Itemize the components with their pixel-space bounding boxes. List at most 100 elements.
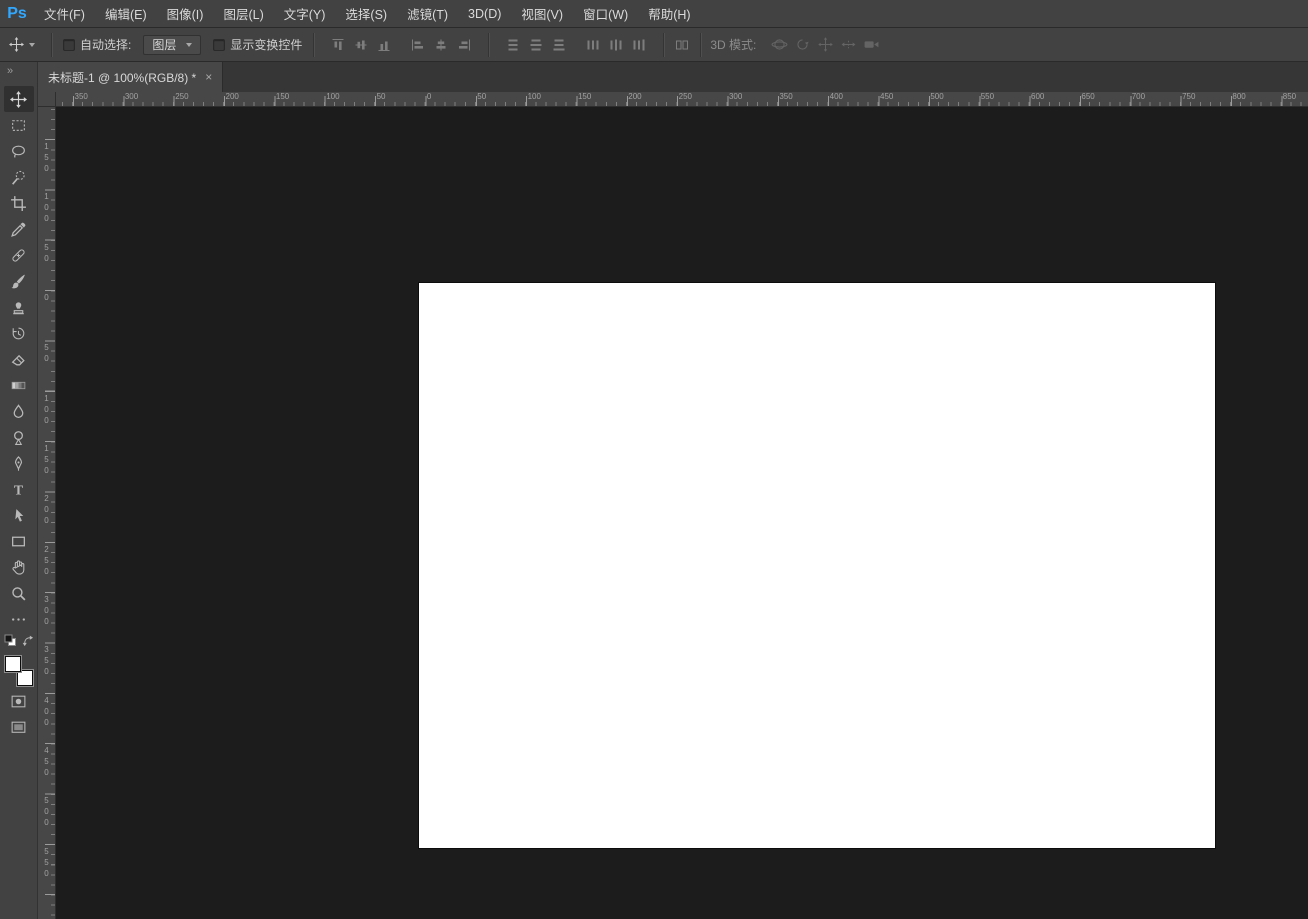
horizontal-ruler[interactable]: 3503002502001501005005010015020025030035… [56,92,1308,107]
menu-item[interactable]: 编辑(E) [95,0,157,27]
auto-select-target-dropdown[interactable]: 图层 [143,35,201,55]
tool-preset-picker[interactable] [0,37,44,52]
document-tab-title: 未标题-1 @ 100%(RGB/8) * [48,69,196,86]
path-selection-tool[interactable] [4,502,34,528]
align-left-edges-button[interactable] [407,33,429,57]
lasso-tool[interactable] [4,138,34,164]
eyedropper-tool[interactable] [4,216,34,242]
ruler-label: 200 [226,92,276,102]
auto-select-option[interactable]: 自动选择: [63,36,131,53]
ruler-label: 200 [628,92,678,102]
align-top-edges-button[interactable] [327,33,349,57]
move-tool[interactable] [4,86,34,112]
rectangle-tool[interactable] [4,528,34,554]
menu-item[interactable]: 窗口(W) [573,0,638,27]
auto-select-label: 自动选择: [80,36,131,53]
show-transform-label: 显示变换控件 [230,36,302,53]
gradient-tool[interactable] [4,372,34,398]
3d-pan-icon [817,36,834,53]
tool-list: T [4,86,34,632]
3d-pan-button[interactable] [814,33,836,57]
menu-item[interactable]: 3D(D) [458,0,511,27]
brush-tool[interactable] [4,268,34,294]
ruler-label: 300 [125,92,175,102]
ruler-label: 100 [40,192,55,242]
3d-slide-button[interactable] [837,33,859,57]
panel-collapse-button[interactable]: » [0,62,37,78]
screen-mode-button[interactable] [4,714,34,740]
foreground-color-swatch[interactable] [5,656,21,672]
menu-items: 文件(F)编辑(E)图像(I)图层(L)文字(Y)选择(S)滤镜(T)3D(D)… [34,0,701,27]
distribute-top-icon [505,37,521,53]
ruler-label: 450 [880,92,930,102]
menu-item[interactable]: 视图(V) [511,0,573,27]
align-bottom-edges-button[interactable] [373,33,395,57]
clone-stamp-tool[interactable] [4,294,34,320]
align-vertical-centers-button[interactable] [350,33,372,57]
rectangular-marquee-tool[interactable] [4,112,34,138]
distribute-left-edges-button[interactable] [582,33,604,57]
menu-item[interactable]: 文字(Y) [274,0,336,27]
color-swatches [5,656,33,686]
ruler-label: 150 [578,92,628,102]
edit-toolbar-button[interactable] [4,606,34,632]
ruler-label: 550 [40,847,55,897]
close-icon[interactable]: × [205,70,212,84]
menu-item[interactable]: 文件(F) [34,0,95,27]
zoom-tool[interactable] [4,580,34,606]
document-tab[interactable]: 未标题-1 @ 100%(RGB/8) * × [38,62,223,92]
vertical-ruler[interactable]: 1501005005010015020025030035040045050055… [38,107,56,919]
show-transform-option[interactable]: 显示变换控件 [213,36,302,53]
ruler-label: 150 [40,142,55,192]
align-horizontal-centers-button[interactable] [430,33,452,57]
eraser-tool[interactable] [4,346,34,372]
show-transform-checkbox[interactable] [213,39,225,51]
rectangle-icon [10,533,27,550]
distribute-bottom-edges-button[interactable] [548,33,570,57]
swap-colors-button[interactable] [21,634,34,652]
crop-tool[interactable] [4,190,34,216]
distribute-top-edges-button[interactable] [502,33,524,57]
distribute-right-edges-button[interactable] [628,33,650,57]
3d-rotate-button[interactable] [768,33,790,57]
menu-item[interactable]: 滤镜(T) [397,0,458,27]
distribute-vertical-centers-button[interactable] [525,33,547,57]
distribute-left-icon [585,37,601,53]
move-icon [10,91,27,108]
hand-tool[interactable] [4,554,34,580]
quick-mask-button[interactable] [4,688,34,714]
menu-item[interactable]: 图层(L) [213,0,273,27]
type-tool[interactable]: T [4,476,34,502]
spot-healing-brush-tool[interactable] [4,242,34,268]
auto-select-checkbox[interactable] [63,39,75,51]
menu-item[interactable]: 图像(I) [157,0,214,27]
lasso-icon [10,143,27,160]
3d-camera-button[interactable] [860,33,882,57]
distribute-horizontal-centers-button[interactable] [605,33,627,57]
background-color-swatch[interactable] [17,670,33,686]
menu-item[interactable]: 选择(S) [335,0,397,27]
separator [313,33,314,57]
auto-align-layers-button[interactable] [671,33,693,57]
tool-panel: » T [0,62,38,919]
separator [663,33,664,57]
quick-selection-tool[interactable] [4,164,34,190]
align-group [327,33,395,57]
ruler-label: 250 [40,545,55,595]
blur-tool[interactable] [4,398,34,424]
history-brush-tool[interactable] [4,320,34,346]
default-colors-button[interactable] [4,634,18,653]
ruler-label: 50 [377,92,427,102]
ruler-label: 300 [729,92,779,102]
document-area: 3503002502001501005005010015020025030035… [38,92,1308,919]
pen-tool[interactable] [4,450,34,476]
menu-item[interactable]: 帮助(H) [638,0,700,27]
3d-roll-button[interactable] [791,33,813,57]
align-right-edges-button[interactable] [453,33,475,57]
ruler-label: 100 [40,394,55,444]
dodge-tool[interactable] [4,424,34,450]
auto-select-target-value: 图层 [152,36,176,53]
align-vcenter-icon [353,37,369,53]
document-canvas[interactable] [419,283,1215,848]
ruler-label: 450 [40,746,55,796]
